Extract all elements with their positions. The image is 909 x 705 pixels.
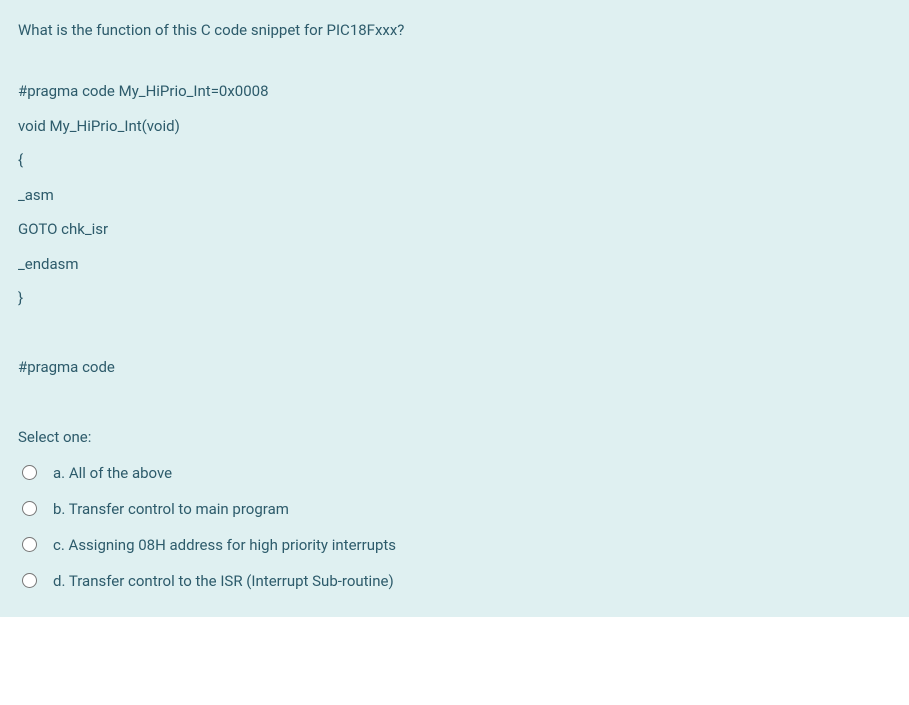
options-list: a. All of the above b. Transfer control … bbox=[18, 461, 891, 593]
code-line: GOTO chk_isr bbox=[18, 212, 891, 247]
radio-option-a[interactable] bbox=[22, 465, 37, 480]
option-d: d. Transfer control to the ISR (Interrup… bbox=[18, 569, 891, 593]
code-line: } bbox=[18, 281, 891, 316]
question-prompt: What is the function of this C code snip… bbox=[18, 18, 891, 42]
code-line: _endasm bbox=[18, 247, 891, 282]
option-b: b. Transfer control to main program bbox=[18, 497, 891, 521]
option-label: d. Transfer control to the ISR (Interrup… bbox=[47, 569, 394, 593]
code-line: #pragma code My_HiPrio_Int=0x0008 bbox=[18, 74, 891, 109]
code-snippet: #pragma code My_HiPrio_Int=0x0008 void M… bbox=[18, 74, 891, 385]
question-container: What is the function of this C code snip… bbox=[0, 0, 909, 617]
radio-option-b[interactable] bbox=[22, 501, 37, 516]
code-line: #pragma code bbox=[18, 350, 891, 385]
radio-option-d[interactable] bbox=[22, 573, 37, 588]
code-line: void My_HiPrio_Int(void) bbox=[18, 109, 891, 144]
select-one-label: Select one: bbox=[18, 425, 891, 449]
radio-option-c[interactable] bbox=[22, 537, 37, 552]
option-label: b. Transfer control to main program bbox=[47, 497, 289, 521]
code-line bbox=[18, 316, 891, 351]
code-line: _asm bbox=[18, 178, 891, 213]
option-label: c. Assigning 08H address for high priori… bbox=[47, 533, 396, 557]
option-c: c. Assigning 08H address for high priori… bbox=[18, 533, 891, 557]
option-a: a. All of the above bbox=[18, 461, 891, 485]
option-label: a. All of the above bbox=[47, 461, 172, 485]
code-line: { bbox=[18, 143, 891, 178]
